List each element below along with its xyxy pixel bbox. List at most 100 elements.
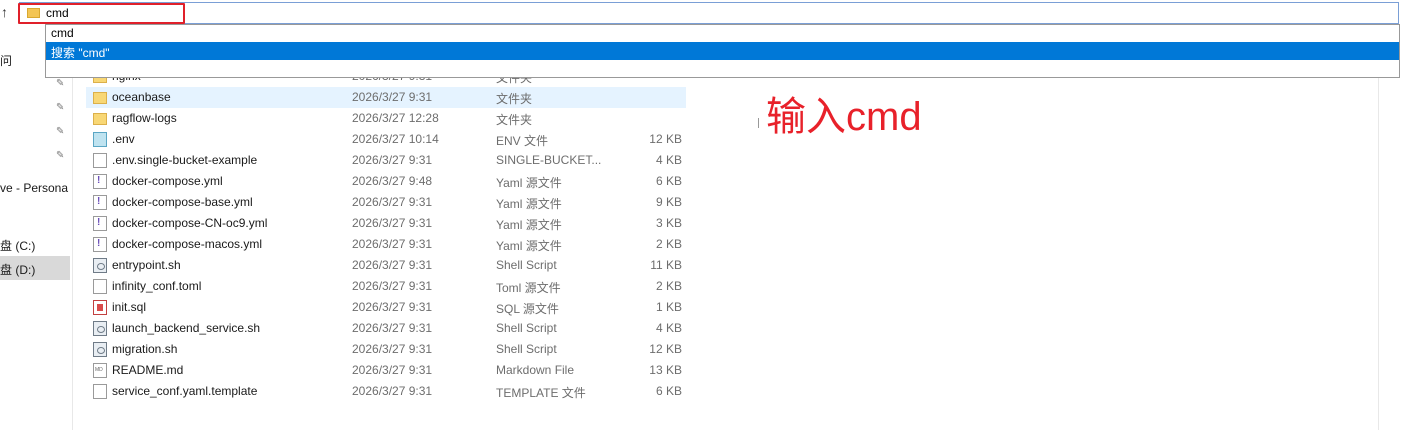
address-box[interactable] [19,2,1399,24]
file-size: 2 KB [655,237,682,251]
file-row[interactable]: service_conf.yaml.template 2026/3/27 9:31… [86,381,686,402]
file-name: init.sql [112,300,147,314]
folder-icon [93,113,107,125]
autocomplete-item-search[interactable]: 搜索 "cmd" [46,42,1399,60]
file-type: SINGLE-BUCKET... [496,153,602,167]
nav-item-label: ve - Persona [0,181,69,195]
shell-script-icon [93,258,107,273]
file-name: .env [112,132,135,146]
autocomplete-item-label: 搜索 "cmd" [51,46,110,60]
navigation-pane: 问 ✎ ✎ ✎ ✎ ve - Persona 盘 (C:) 盘 (D:) [0,26,72,430]
document-icon [93,384,107,399]
env-file-icon [93,132,107,147]
file-row[interactable]: .env.single-bucket-example 2026/3/27 9:31… [86,150,686,171]
annotation-text: 输入cmd [766,95,922,139]
file-row[interactable]: migration.sh 2026/3/27 9:31 Shell Script 12… [86,339,686,360]
file-date: 2026/3/27 9:48 [352,174,433,188]
file-type: SQL 源文件 [496,302,559,316]
file-date: 2026/3/27 9:31 [352,90,433,104]
file-date: 2026/3/27 9:31 [352,153,433,167]
yaml-file-icon [93,195,107,210]
file-row[interactable]: launch_backend_service.sh 2026/3/27 9:31 S… [86,318,686,339]
file-row[interactable]: README.md 2026/3/27 9:31 Markdown File 13 K… [86,360,686,381]
pin-icon: ✎ [56,150,65,161]
file-name: entrypoint.sh [112,258,181,272]
file-type: Shell Script [496,258,557,272]
file-size: 6 KB [655,174,682,188]
file-size: 6 KB [655,384,682,398]
scrollbar-edge[interactable] [1378,78,1379,430]
file-date: 2026/3/27 9:31 [352,300,433,314]
nav-item-onedrive[interactable]: ve - Persona [0,181,72,195]
file-type: Shell Script [496,321,557,335]
pane-divider[interactable] [72,26,73,430]
file-type: 文件夹 [496,92,533,106]
file-row[interactable]: init.sql 2026/3/27 9:31 SQL 源文件 1 KB [86,297,686,318]
yaml-file-icon [93,216,107,231]
file-row[interactable]: oceanbase 2026/3/27 9:31 文件夹 [86,87,686,108]
file-type: Yaml 源文件 [496,176,562,190]
file-name: README.md [112,363,184,377]
file-name: infinity_conf.toml [112,279,202,293]
sql-file-icon [93,300,107,315]
file-row[interactable]: infinity_conf.toml 2026/3/27 9:31 Toml 源文件… [86,276,686,297]
file-name: docker-compose.yml [112,174,223,188]
nav-item-label: 盘 (D:) [0,263,36,277]
yaml-file-icon [93,174,107,189]
nav-item-drive-c[interactable]: 盘 (C:) [0,237,72,254]
file-name: docker-compose-base.yml [112,195,253,209]
pin-icon: ✎ [56,78,65,89]
nav-item-label: 盘 (C:) [0,239,36,253]
file-name: launch_backend_service.sh [112,321,261,335]
file-date: 2026/3/27 9:31 [352,216,433,230]
file-size: 12 KB [649,132,682,146]
file-type: Toml 源文件 [496,281,561,295]
file-size: 4 KB [655,153,682,167]
autocomplete-dropdown: cmd 搜索 "cmd" [45,24,1400,78]
shell-script-icon [93,321,107,336]
file-type: Shell Script [496,342,557,356]
file-row[interactable]: .env 2026/3/27 10:14 ENV 文件 12 KB [86,129,686,150]
file-date: 2026/3/27 9:31 [352,237,433,251]
shell-script-icon [93,342,107,357]
file-date: 2026/3/27 10:14 [352,132,439,146]
file-name: oceanbase [112,90,171,104]
markdown-file-icon [93,363,107,378]
file-type: Yaml 源文件 [496,218,562,232]
file-size: 9 KB [655,195,682,209]
nav-item-label: 问 [0,54,13,68]
file-row[interactable]: ragflow-logs 2026/3/27 12:28 文件夹 [86,108,686,129]
file-date: 2026/3/27 9:31 [352,279,433,293]
autocomplete-item-label: cmd [51,26,74,40]
file-date: 2026/3/27 9:31 [352,258,433,272]
file-type: Markdown File [496,363,575,377]
file-name: docker-compose-CN-oc9.yml [112,216,268,230]
file-size: 4 KB [655,321,682,335]
yaml-file-icon [93,237,107,252]
file-date: 2026/3/27 9:31 [352,384,433,398]
file-name: ragflow-logs [112,111,177,125]
file-size: 3 KB [655,216,682,230]
file-date: 2026/3/27 9:31 [352,342,433,356]
file-row[interactable]: docker-compose.yml 2026/3/27 9:48 Yaml 源文件… [86,171,686,192]
annotation-highlight-box [18,3,185,24]
file-row[interactable]: docker-compose-macos.yml 2026/3/27 9:31 Ya… [86,234,686,255]
up-arrow-icon[interactable]: ↑ [1,4,15,20]
file-row[interactable]: docker-compose-base.yml 2026/3/27 9:31 Yam… [86,192,686,213]
file-type: Yaml 源文件 [496,197,562,211]
file-size: 13 KB [649,363,682,377]
file-date: 2026/3/27 9:31 [352,363,433,377]
file-size: 12 KB [649,342,682,356]
file-row[interactable]: docker-compose-CN-oc9.yml 2026/3/27 9:31 Y… [86,213,686,234]
file-type: TEMPLATE 文件 [496,386,586,400]
nav-item-drive-d[interactable]: 盘 (D:) [0,261,72,278]
file-size: 11 KB [650,258,682,272]
autocomplete-item-cmd[interactable]: cmd [46,25,1399,42]
file-row[interactable]: entrypoint.sh 2026/3/27 9:31 Shell Script 1… [86,255,686,276]
text-cursor [758,118,759,128]
address-bar: ↑ [0,0,1401,26]
document-icon [93,279,107,294]
file-type: Yaml 源文件 [496,239,562,253]
file-name: docker-compose-macos.yml [112,237,263,251]
file-type: 文件夹 [496,113,533,127]
